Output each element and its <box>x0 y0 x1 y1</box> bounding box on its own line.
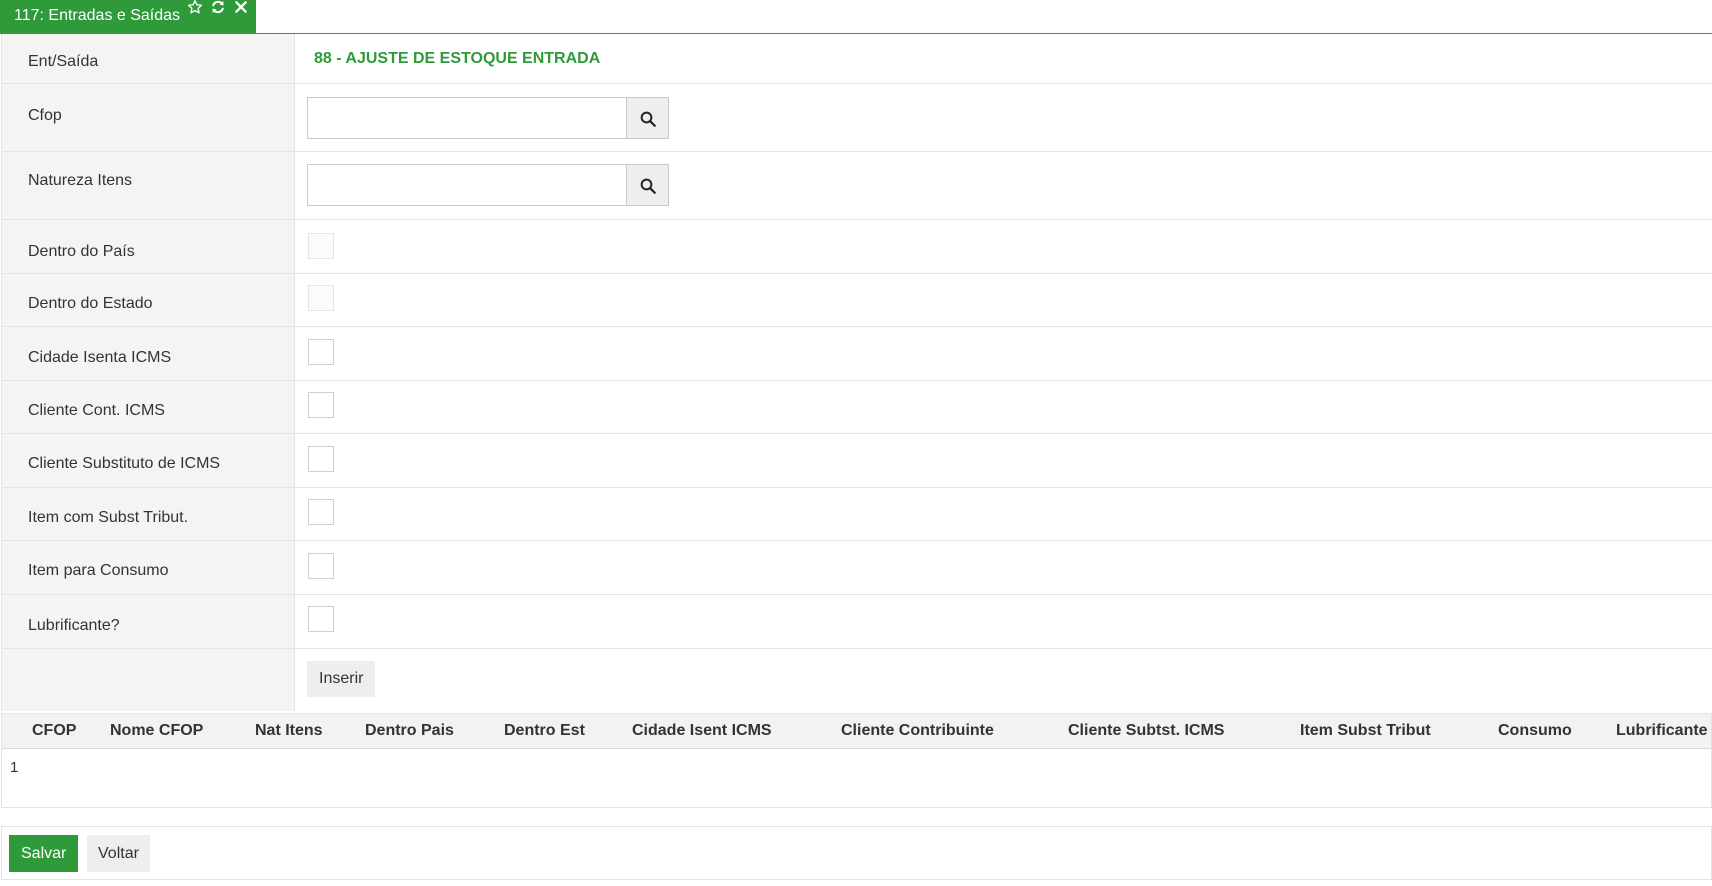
insert-button[interactable]: Inserir <box>307 661 376 697</box>
label-cell: Natureza Itens <box>1 152 295 219</box>
label-cell: Cliente Substituto de ICMS <box>1 434 295 487</box>
row-insert: Inserir <box>1 649 1712 711</box>
checkbox-label: Item com Subst Tribut. <box>28 509 189 526</box>
natureza-itens-search-button[interactable] <box>626 164 669 206</box>
close-icon[interactable] <box>234 0 248 14</box>
checkbox-label: Cliente Substituto de ICMS <box>28 455 221 472</box>
column-header-nome-cfop[interactable]: Nome CFOP <box>110 722 203 740</box>
row-lubrificante: Lubrificante? <box>1 595 1712 649</box>
search-icon <box>640 178 656 194</box>
label-cell: Item para Consumo <box>1 541 295 594</box>
search-icon <box>640 111 656 127</box>
results-grid: CFOP Nome CFOP Nat Itens Dentro Pais Den… <box>1 713 1712 808</box>
cidade-isenta-icms-checkbox[interactable] <box>308 339 334 365</box>
column-header-dentro-est[interactable]: Dentro Est <box>504 722 585 740</box>
column-header-nat-itens[interactable]: Nat Itens <box>255 722 323 740</box>
column-header-cidade-isent-icms[interactable]: Cidade Isent ICMS <box>632 722 772 740</box>
column-header-item-subst-tribut[interactable]: Item Subst Tribut <box>1300 722 1431 740</box>
ent-saida-label: Ent/Saída <box>28 53 99 70</box>
row-natureza-itens: Natureza Itens <box>1 152 1712 220</box>
row-cfop: Cfop <box>1 84 1712 152</box>
row-dentro-do-pais: Dentro do País <box>1 220 1712 274</box>
refresh-icon[interactable] <box>210 0 226 15</box>
cliente-cont-icms-checkbox[interactable] <box>308 392 334 418</box>
natureza-itens-lookup <box>307 164 669 206</box>
natureza-itens-label: Natureza Itens <box>28 172 133 189</box>
label-cell: Item com Subst Tribut. <box>1 488 295 540</box>
column-header-consumo[interactable]: Consumo <box>1498 722 1572 740</box>
label-cell <box>1 649 295 711</box>
column-header-lubrificante[interactable]: Lubrificante <box>1616 722 1708 740</box>
label-cell: Cidade Isenta ICMS <box>1 327 295 380</box>
dentro-do-pais-checkbox <box>308 233 334 259</box>
label-cell: Lubrificante? <box>1 595 295 648</box>
row-ent-saida: Ent/Saída 88 - AJUSTE DE ESTOQUE ENTRADA <box>1 34 1712 84</box>
star-icon[interactable] <box>187 0 203 15</box>
column-header-cliente-subtst-icms[interactable]: Cliente Subtst. ICMS <box>1068 722 1224 740</box>
cfop-lookup <box>307 97 669 139</box>
cfop-search-button[interactable] <box>626 97 669 139</box>
label-cell: Ent/Saída <box>1 34 295 83</box>
label-cell: Dentro do Estado <box>1 274 295 326</box>
cfop-input[interactable] <box>307 97 627 139</box>
label-cell: Dentro do País <box>1 220 295 273</box>
tab-entradas-saidas[interactable]: 117: Entradas e Saídas <box>0 0 256 34</box>
footer-actions: Salvar Voltar <box>1 826 1712 880</box>
row-item-subst-tribut: Item com Subst Tribut. <box>1 488 1712 541</box>
ent-saida-value: 88 - AJUSTE DE ESTOQUE ENTRADA <box>314 50 601 67</box>
label-cell: Cfop <box>1 84 295 151</box>
dentro-do-estado-checkbox <box>308 285 334 311</box>
column-header-cfop[interactable]: CFOP <box>32 722 76 740</box>
checkbox-label: Lubrificante? <box>28 617 120 634</box>
column-header-dentro-pais[interactable]: Dentro Pais <box>365 722 454 740</box>
grid-header: CFOP Nome CFOP Nat Itens Dentro Pais Den… <box>2 714 1711 749</box>
lubrificante-checkbox[interactable] <box>308 606 334 632</box>
row-cliente-substituto-icms: Cliente Substituto de ICMS <box>1 434 1712 488</box>
cfop-label: Cfop <box>28 107 62 124</box>
tab-bar: 117: Entradas e Saídas <box>0 0 1712 34</box>
column-header-cliente-contribuinte[interactable]: Cliente Contribuinte <box>841 722 994 740</box>
grid-page-number: 1 <box>10 759 19 776</box>
tab-title: 117: Entradas e Saídas <box>14 7 181 24</box>
checkbox-label: Cliente Cont. ICMS <box>28 402 165 419</box>
checkbox-label: Cidade Isenta ICMS <box>28 349 172 366</box>
cliente-substituto-icms-checkbox[interactable] <box>308 446 334 472</box>
form: Ent/Saída 88 - AJUSTE DE ESTOQUE ENTRADA… <box>1 34 1712 711</box>
save-button[interactable]: Salvar <box>9 835 79 872</box>
item-subst-tribut-checkbox[interactable] <box>308 499 334 525</box>
natureza-itens-input[interactable] <box>307 164 627 206</box>
checkbox-label: Item para Consumo <box>28 562 169 579</box>
row-cliente-cont-icms: Cliente Cont. ICMS <box>1 381 1712 434</box>
item-para-consumo-checkbox[interactable] <box>308 553 334 579</box>
row-cidade-isenta-icms: Cidade Isenta ICMS <box>1 327 1712 381</box>
row-item-para-consumo: Item para Consumo <box>1 541 1712 595</box>
checkbox-label: Dentro do País <box>28 243 135 260</box>
row-dentro-do-estado: Dentro do Estado <box>1 274 1712 327</box>
back-button[interactable]: Voltar <box>87 835 150 872</box>
checkbox-label: Dentro do Estado <box>28 295 153 312</box>
label-cell: Cliente Cont. ICMS <box>1 381 295 433</box>
